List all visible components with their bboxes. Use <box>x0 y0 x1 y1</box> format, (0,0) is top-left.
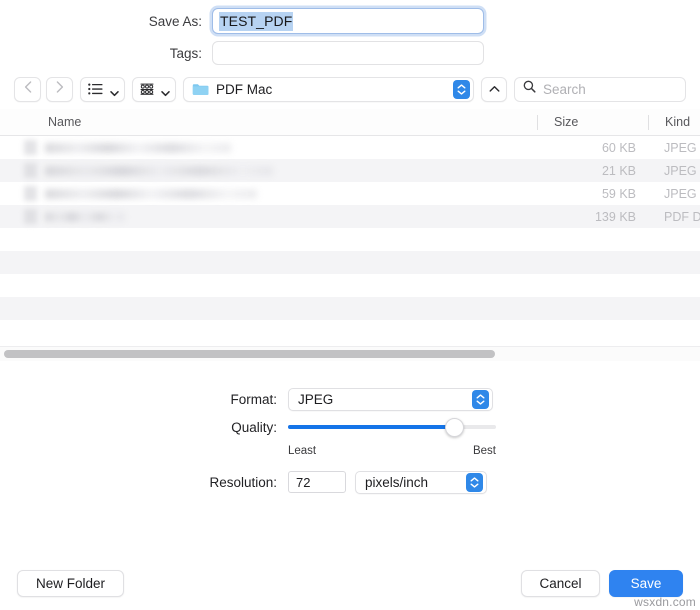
tags-label: Tags: <box>169 45 202 61</box>
quality-scale-labels: Least Best <box>288 445 496 457</box>
save-form: Save As: TEST_PDF Tags: <box>0 0 700 69</box>
file-kind-cell: JPEG i <box>664 163 700 178</box>
chevron-up-icon <box>489 80 500 98</box>
slider-fill <box>288 425 455 429</box>
document-icon <box>24 209 37 224</box>
search-placeholder: Search <box>543 81 586 97</box>
resolution-input[interactable]: 72 <box>288 471 346 493</box>
cancel-button[interactable]: Cancel <box>521 569 600 597</box>
file-size-cell: 21 KB <box>601 163 636 178</box>
chevron-right-icon <box>56 80 64 98</box>
file-name-redacted <box>45 165 273 176</box>
quality-best-label: Best <box>472 444 496 457</box>
table-row[interactable]: 139 KB PDF Do <box>0 205 700 228</box>
dialog-footer: New Folder Cancel Save <box>0 556 700 610</box>
resolution-value: 72 <box>296 474 311 490</box>
document-icon <box>24 163 37 178</box>
column-header-name[interactable]: Name <box>0 115 537 129</box>
search-icon <box>523 80 536 98</box>
format-row: Format: JPEG <box>0 385 700 413</box>
gallery-view-icon <box>140 83 154 95</box>
location-popup-button[interactable]: PDF Mac <box>183 76 474 102</box>
save-as-label: Save As: <box>148 13 202 29</box>
table-row[interactable]: 60 KB JPEG i <box>0 136 700 159</box>
new-folder-button[interactable]: New Folder <box>17 569 124 597</box>
browser-toolbar: PDF Mac Search <box>0 69 700 109</box>
up-down-stepper-icon[interactable] <box>472 389 489 409</box>
file-name-redacted <box>45 211 125 222</box>
file-list[interactable]: 60 KB JPEG i 21 KB JPEG i 59 KB JPEG i 1… <box>0 136 700 346</box>
slider-thumb[interactable] <box>444 417 464 437</box>
file-size-cell: 139 KB <box>594 209 636 224</box>
quality-slider[interactable] <box>288 416 496 438</box>
chevron-left-icon <box>24 80 32 98</box>
location-label: PDF Mac <box>216 81 273 97</box>
file-kind-cell: JPEG i <box>664 186 700 201</box>
file-name-cell <box>0 136 537 159</box>
format-select[interactable]: JPEG <box>288 387 493 411</box>
quality-scale-row: Least Best <box>0 441 700 459</box>
list-view-icon <box>88 83 103 95</box>
file-name-redacted <box>45 142 231 153</box>
file-name-cell <box>0 205 537 228</box>
up-down-stepper-icon[interactable] <box>453 79 470 99</box>
format-value: JPEG <box>298 391 334 407</box>
quality-row: Quality: <box>0 413 700 441</box>
chevron-down-icon <box>110 85 119 96</box>
file-kind-cell: JPEG i <box>664 140 700 155</box>
file-size-cell: 60 KB <box>601 140 636 155</box>
horizontal-scrollbar[interactable] <box>0 346 700 361</box>
watermark: wsxdn.com <box>634 595 696 609</box>
file-name-cell <box>0 182 537 205</box>
document-icon <box>24 186 37 201</box>
empty-row <box>0 274 700 297</box>
empty-row <box>0 251 700 274</box>
search-input[interactable]: Search <box>514 76 686 102</box>
navigation-buttons <box>14 76 73 102</box>
up-down-stepper-icon[interactable] <box>466 472 483 492</box>
save-as-input[interactable]: TEST_PDF <box>212 8 484 34</box>
table-row[interactable]: 59 KB JPEG i <box>0 182 700 205</box>
chevron-down-icon <box>161 85 170 96</box>
scrollbar-thumb[interactable] <box>4 350 496 358</box>
tags-input[interactable] <box>212 41 484 65</box>
quality-label: Quality: <box>231 419 277 435</box>
empty-row <box>0 228 700 251</box>
resolution-label: Resolution: <box>209 474 277 490</box>
document-icon <box>24 140 37 155</box>
back-button[interactable] <box>14 76 41 102</box>
save-button[interactable]: Save <box>609 569 683 597</box>
resolution-row: Resolution: 72 pixels/inch <box>0 468 700 496</box>
empty-row <box>0 320 700 343</box>
file-kind-cell: PDF Do <box>664 209 700 224</box>
save-as-row: Save As: TEST_PDF <box>0 5 700 37</box>
go-up-button[interactable] <box>481 76 507 102</box>
column-header-size[interactable]: Size <box>537 114 648 130</box>
folder-icon <box>192 82 209 96</box>
forward-button[interactable] <box>46 76 73 102</box>
export-options: Format: JPEG Quality: Least Best Resolut… <box>0 361 700 496</box>
file-list-header: Name Size Kind <box>0 109 700 136</box>
file-name-redacted <box>45 188 257 199</box>
save-dialog: Save As: TEST_PDF Tags: PDF Mac Search N… <box>0 0 700 610</box>
gallery-view-button[interactable] <box>132 76 176 102</box>
resolution-unit-select[interactable]: pixels/inch <box>355 470 487 494</box>
tags-row: Tags: <box>0 37 700 69</box>
column-header-kind[interactable]: Kind <box>648 114 700 130</box>
empty-row <box>0 297 700 320</box>
format-label: Format: <box>230 391 277 407</box>
footer-actions: Cancel Save <box>521 569 683 597</box>
quality-least-label: Least <box>288 444 317 457</box>
file-name-cell <box>0 159 537 182</box>
table-row[interactable]: 21 KB JPEG i <box>0 159 700 182</box>
save-as-value: TEST_PDF <box>219 11 294 31</box>
file-size-cell: 59 KB <box>601 186 636 201</box>
list-view-button[interactable] <box>80 76 125 102</box>
resolution-unit-value: pixels/inch <box>365 474 429 490</box>
